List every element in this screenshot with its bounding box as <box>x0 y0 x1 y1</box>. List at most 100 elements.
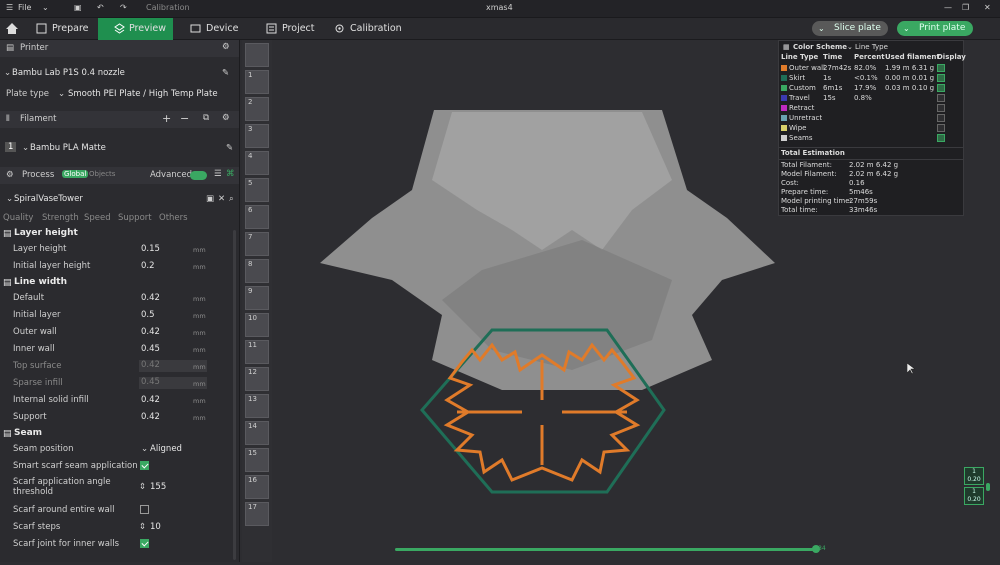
file-menu[interactable]: File <box>18 3 31 12</box>
save-icon[interactable]: ▣ <box>206 194 214 204</box>
lw-outer-wall-input[interactable]: 0.42 <box>141 327 160 337</box>
subtab-strength[interactable]: Strength <box>42 213 79 223</box>
legend-display-checkbox[interactable] <box>937 104 945 112</box>
scarf-steps-input[interactable]: 10 <box>150 522 161 532</box>
legend-display-checkbox[interactable] <box>937 134 945 142</box>
plate-thumbnail[interactable]: 15 <box>245 448 269 472</box>
list-icon[interactable]: ☰ <box>214 169 222 179</box>
printer-name: Bambu Lab P1S 0.4 nozzle <box>12 68 125 78</box>
minimize-icon[interactable]: — <box>944 3 952 12</box>
plate-thumbnail[interactable]: 4 <box>245 151 269 175</box>
legend-display-checkbox[interactable] <box>937 94 945 102</box>
search-icon[interactable]: ⌕ <box>229 194 234 204</box>
close-icon[interactable]: ✕ <box>984 3 991 12</box>
advanced-toggle[interactable] <box>190 171 207 180</box>
plate-thumbnail[interactable]: 2 <box>245 97 269 121</box>
legend-display-checkbox[interactable] <box>937 64 945 72</box>
tab-calibration[interactable]: Calibration <box>328 18 402 40</box>
close-icon[interactable]: ✕ <box>218 194 225 204</box>
legend-display-checkbox[interactable] <box>937 74 945 82</box>
scarf-angle-input[interactable]: 155 <box>150 482 166 492</box>
printer-select[interactable]: ⌄ Bambu Lab P1S 0.4 nozzle ✎ <box>0 64 239 80</box>
plate-thumbnail[interactable]: 6 <box>245 205 269 229</box>
slice-plate-button[interactable]: ⌄ Slice plate <box>812 21 888 36</box>
global-toggle[interactable]: Global <box>62 170 89 178</box>
subtab-others[interactable]: Others <box>159 213 188 223</box>
plate-thumbnail[interactable]: 14 <box>245 421 269 445</box>
legend-time: 1s <box>823 74 832 82</box>
chevron-down-icon: ⌄ <box>847 43 853 51</box>
redo-icon[interactable]: ↷ <box>120 3 127 12</box>
subtab-support[interactable]: Support <box>118 213 152 223</box>
legend-display-checkbox[interactable] <box>937 114 945 122</box>
tab-device[interactable]: Device <box>184 18 244 40</box>
stepper-icon[interactable]: ⇕ <box>139 482 146 492</box>
initial-layer-height-input[interactable]: 0.2 <box>141 261 155 271</box>
legend-display-checkbox[interactable] <box>937 84 945 92</box>
hamburger-icon[interactable]: ☰ <box>6 3 13 12</box>
plate-type-label: Plate type <box>6 89 49 99</box>
save-icon[interactable]: ▣ <box>74 3 82 12</box>
smart-scarf-checkbox[interactable] <box>140 461 149 470</box>
edit-icon[interactable]: ✎ <box>222 68 229 78</box>
home-icon[interactable] <box>5 22 19 35</box>
layer-slider-bottom-label[interactable]: 1 0.20 <box>964 487 984 505</box>
lw-support-input[interactable]: 0.42 <box>141 412 160 422</box>
tree-icon[interactable]: ⌘ <box>226 169 235 179</box>
process-preset-select[interactable]: ⌄ SpiralVaseTower ▣ ✕ ⌕ <box>0 192 239 208</box>
plate-thumbnail[interactable]: 5 <box>245 178 269 202</box>
lw-initial-layer-input[interactable]: 0.5 <box>141 310 155 320</box>
print-plate-button[interactable]: ⌄ Print plate <box>897 21 973 36</box>
plate-thumbnail[interactable]: 3 <box>245 124 269 148</box>
gear-icon[interactable]: ⚙ <box>222 42 230 52</box>
sidebar-scrollbar[interactable] <box>233 230 236 560</box>
layer-height-input[interactable]: 0.15 <box>141 244 160 254</box>
plate-thumbnail[interactable]: 13 <box>245 394 269 418</box>
calibration-title: Calibration <box>146 3 190 12</box>
tab-prepare[interactable]: Prepare <box>30 18 96 40</box>
lw-internal-solid-infill-input[interactable]: 0.42 <box>141 395 160 405</box>
edit-icon[interactable]: ✎ <box>226 143 233 153</box>
scarf-inner-checkbox[interactable] <box>140 539 149 548</box>
plate-type-select[interactable]: Smooth PEI Plate / High Temp Plate <box>68 89 218 99</box>
tab-project[interactable]: Project <box>260 18 320 40</box>
subtab-quality[interactable]: Quality <box>3 213 33 223</box>
layer-slider-top-label[interactable]: 1 0.20 <box>964 467 984 485</box>
lw-default-input[interactable]: 0.42 <box>141 293 160 303</box>
stepper-icon[interactable]: ⇕ <box>139 522 146 532</box>
lw-outer-wall-label: Outer wall <box>13 327 57 337</box>
plate-number: 5 <box>248 179 253 187</box>
filament-select[interactable]: 1 ⌄ Bambu PLA Matte ✎ <box>0 140 239 156</box>
legend-name: Skirt <box>789 74 806 82</box>
plate-thumbnail[interactable]: 10 <box>245 313 269 337</box>
legend-display-checkbox[interactable] <box>937 124 945 132</box>
scarf-around-checkbox[interactable] <box>140 505 149 514</box>
restore-icon[interactable]: ❐ <box>962 3 969 12</box>
plate-thumbnail[interactable]: 12 <box>245 367 269 391</box>
remove-icon[interactable]: − <box>180 112 189 125</box>
add-icon[interactable]: + <box>162 112 171 125</box>
layer-slider-handle[interactable] <box>986 483 990 491</box>
seam-position-select[interactable]: Aligned <box>150 444 182 454</box>
print-plate-label: Print plate <box>919 23 966 33</box>
color-scheme-select[interactable]: Line Type <box>855 43 888 51</box>
objects-toggle[interactable]: Objects <box>89 170 115 178</box>
undo-icon[interactable]: ↶ <box>97 3 104 12</box>
plate-thumbnail[interactable]: 17 <box>245 502 269 526</box>
plate-thumbnail[interactable]: 7 <box>245 232 269 256</box>
move-slider[interactable] <box>395 548 815 551</box>
plate-thumbnail[interactable]: 8 <box>245 259 269 283</box>
plate-thumbnail[interactable]: 16 <box>245 475 269 499</box>
chevron-down-icon[interactable]: ⌄ <box>42 3 49 12</box>
subtab-speed[interactable]: Speed <box>84 213 111 223</box>
plate-thumbnail[interactable]: 1 <box>245 70 269 94</box>
lw-inner-wall-input[interactable]: 0.45 <box>141 344 160 354</box>
plate-grid-icon[interactable] <box>245 43 269 67</box>
plate-thumbnail[interactable]: 9 <box>245 286 269 310</box>
sync-icon[interactable]: ⧉ <box>203 113 209 123</box>
tab-preview[interactable]: Preview <box>98 18 173 40</box>
plate-type-row: Plate type ⌄ Smooth PEI Plate / High Tem… <box>0 86 239 102</box>
plate-thumbnail[interactable]: 11 <box>245 340 269 364</box>
gear-icon[interactable]: ⚙ <box>222 113 230 123</box>
tab-device-label: Device <box>206 23 239 34</box>
